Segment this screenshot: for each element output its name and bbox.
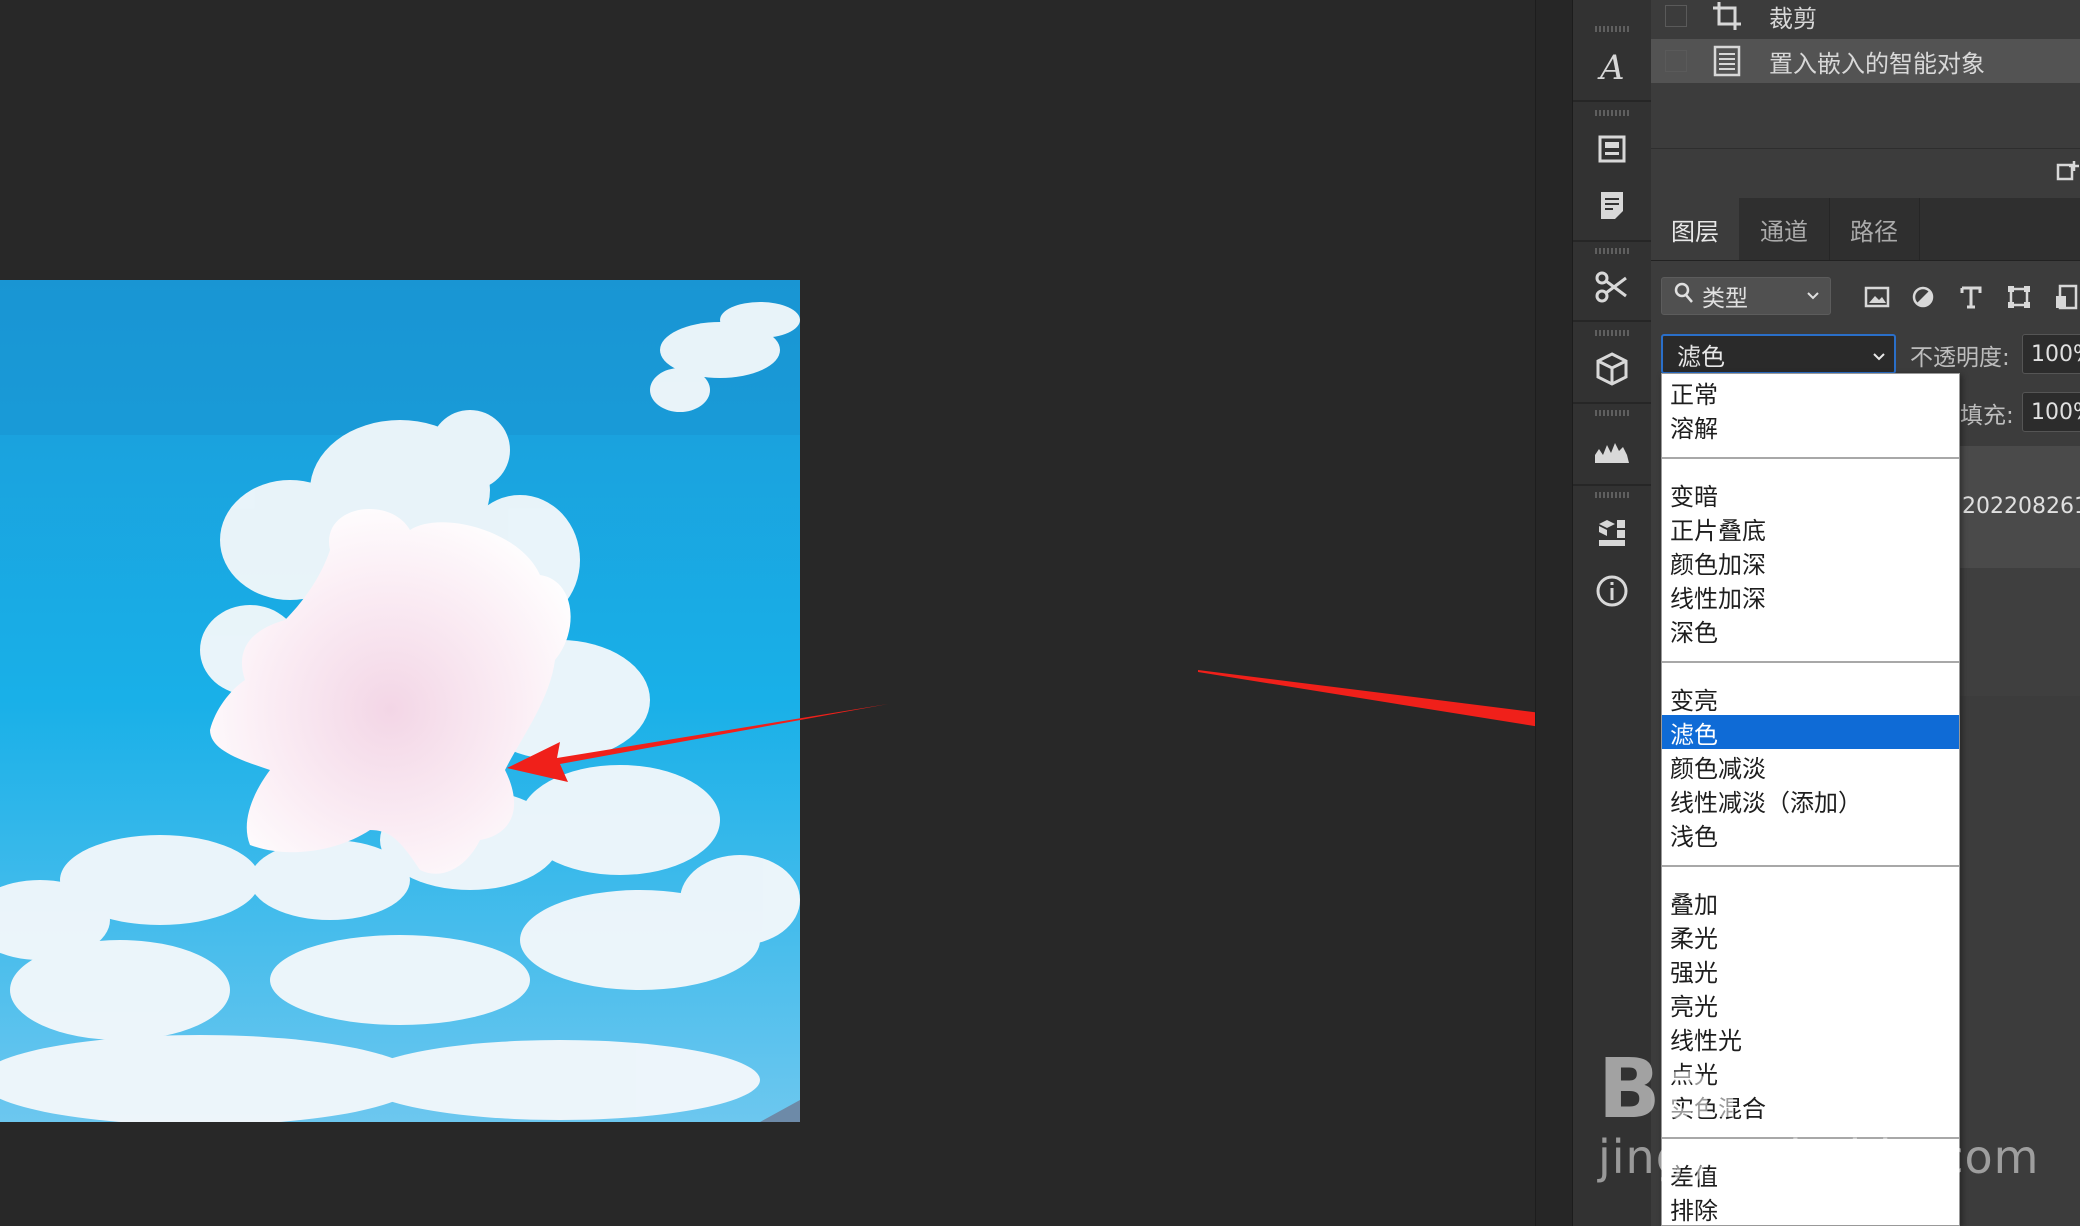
adjustment-layer-filter-icon[interactable] [1905, 280, 1941, 314]
fill-label: 填充: [1960, 403, 2014, 429]
blend-option-darker-color[interactable]: 深色 [1662, 613, 1959, 647]
tab-channels[interactable]: 通道 [1739, 198, 1830, 260]
menu-separator [1662, 1137, 1959, 1139]
crop-icon [1707, 0, 1747, 36]
properties-icon[interactable] [1589, 126, 1635, 172]
chevron-down-icon [1872, 345, 1886, 373]
blend-option-difference[interactable]: 差值 [1662, 1157, 1959, 1191]
layer-name: 2022082616 [1962, 494, 2080, 519]
filter-kind-label: 类型 [1702, 286, 1748, 312]
grip[interactable] [1595, 26, 1631, 32]
3d-cube-icon[interactable] [1589, 346, 1635, 392]
history-item-label: 裁剪 [1769, 4, 1817, 33]
smart-object-filter-icon[interactable] [2049, 280, 2080, 314]
shape-layer-filter-icon[interactable] [2001, 280, 2037, 314]
grip[interactable] [1595, 410, 1631, 416]
search-icon [1674, 282, 1694, 310]
blend-mode-dropdown-list: 正常 溶解 变暗 正片叠底 颜色加深 线性加深 深色 变亮 滤色 颜色减淡 线性… [1661, 373, 1960, 1226]
composite-image [0, 280, 800, 1122]
type-layer-filter-icon[interactable] [1953, 280, 1989, 314]
document-canvas[interactable] [0, 0, 1535, 1226]
history-item-label: 置入嵌入的智能对象 [1769, 49, 1985, 78]
blend-option-hard-mix[interactable]: 实色混合 [1662, 1089, 1959, 1123]
opacity-label: 不透明度: [1910, 345, 2010, 371]
fill-input[interactable]: 100% [2022, 392, 2080, 432]
notes-icon[interactable] [1589, 182, 1635, 228]
menu-separator [1662, 865, 1959, 867]
blend-option-linear-dodge[interactable]: 线性减淡（添加） [1662, 783, 1959, 817]
blend-option-vivid-light[interactable]: 亮光 [1662, 987, 1959, 1021]
blend-option-color-burn[interactable]: 颜色加深 [1662, 545, 1959, 579]
history-footer [1651, 148, 2080, 197]
panel-gutter [1535, 0, 1573, 1226]
character-icon[interactable]: A [1589, 44, 1635, 90]
history-snapshot-checkbox[interactable] [1665, 5, 1687, 27]
blend-option-lighter-color[interactable]: 浅色 [1662, 817, 1959, 851]
blend-mode-select[interactable]: 滤色 [1661, 334, 1896, 374]
opacity-input[interactable]: 100% [2022, 334, 2080, 374]
chevron-down-icon [1806, 286, 1820, 312]
grip[interactable] [1595, 248, 1631, 254]
blend-option-screen[interactable]: 滤色 [1662, 715, 1959, 749]
layers-panel-tabs: 图层 通道 路径 [1651, 198, 2080, 261]
blend-option-pin-light[interactable]: 点光 [1662, 1055, 1959, 1089]
svg-text:A: A [1597, 49, 1625, 85]
menu-separator [1662, 457, 1959, 459]
blend-option-linear-light[interactable]: 线性光 [1662, 1021, 1959, 1055]
smart-object-icon [1707, 41, 1747, 81]
layer-comps-icon[interactable] [1589, 510, 1635, 556]
blend-mode-value: 滤色 [1677, 342, 1725, 371]
tab-layers[interactable]: 图层 [1651, 198, 1739, 260]
history-item-crop[interactable]: 裁剪 [1651, 0, 2080, 38]
blend-option-linear-burn[interactable]: 线性加深 [1662, 579, 1959, 613]
layer-filter-kind-select[interactable]: 类型 [1661, 277, 1831, 315]
blend-option-color-dodge[interactable]: 颜色减淡 [1662, 749, 1959, 783]
tab-paths[interactable]: 路径 [1829, 198, 1920, 260]
new-snapshot-icon[interactable] [2056, 159, 2080, 183]
history-item-place-smart-object[interactable]: 置入嵌入的智能对象 [1651, 39, 2080, 83]
grip[interactable] [1595, 330, 1631, 336]
history-snapshot-checkbox[interactable] [1665, 50, 1687, 72]
history-empty-area [1651, 84, 2080, 148]
blend-option-normal[interactable]: 正常 [1662, 375, 1959, 409]
tool-presets-icon[interactable] [1589, 264, 1635, 310]
grip[interactable] [1595, 110, 1631, 116]
blend-option-soft-light[interactable]: 柔光 [1662, 919, 1959, 953]
info-icon[interactable] [1589, 568, 1635, 614]
menu-separator [1662, 661, 1959, 663]
pixel-layer-filter-icon[interactable] [1859, 280, 1895, 314]
blend-option-hard-light[interactable]: 强光 [1662, 953, 1959, 987]
blend-option-exclusion[interactable]: 排除 [1662, 1191, 1959, 1225]
panel-dock-strip: A [1572, 0, 1652, 1226]
blend-option-dissolve[interactable]: 溶解 [1662, 409, 1959, 443]
sky-photo-with-flower[interactable] [0, 280, 800, 1122]
blend-option-lighten[interactable]: 变亮 [1662, 681, 1959, 715]
grip[interactable] [1595, 492, 1631, 498]
histogram-icon[interactable] [1589, 428, 1635, 474]
blend-option-multiply[interactable]: 正片叠底 [1662, 511, 1959, 545]
blend-option-overlay[interactable]: 叠加 [1662, 885, 1959, 919]
blend-option-darken[interactable]: 变暗 [1662, 477, 1959, 511]
